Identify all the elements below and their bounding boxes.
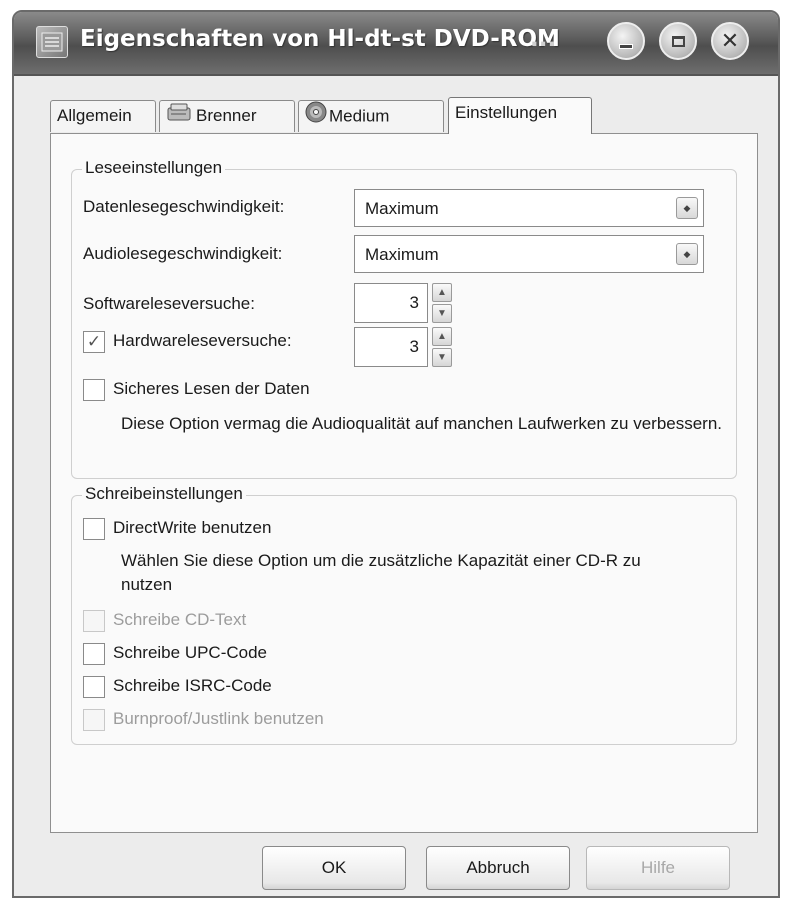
- spin-value: 3: [409, 337, 419, 356]
- drive-icon: [36, 26, 68, 58]
- ok-button[interactable]: OK: [262, 846, 406, 890]
- tab-label: Medium: [329, 106, 390, 126]
- disc-icon: [305, 101, 327, 133]
- secure-read-label: Sicheres Lesen der Daten: [113, 379, 310, 398]
- spin-up-button[interactable]: ▲: [432, 283, 452, 302]
- secure-read-checkbox[interactable]: [83, 379, 105, 401]
- audio-speed-select[interactable]: Maximum ◆: [354, 235, 704, 273]
- spin-down-button[interactable]: ▼: [432, 304, 452, 323]
- hardware-retries-label: Hardwareleseversuche:: [113, 331, 292, 350]
- maximize-icon: [661, 24, 695, 58]
- bumproof-label: Burnproof/Justlink benutzen: [113, 709, 324, 728]
- software-retries-input[interactable]: 3: [354, 283, 428, 323]
- audio-speed-label: Audiolesegeschwindigkeit:: [83, 244, 283, 263]
- cancel-button[interactable]: Abbruch: [426, 846, 570, 890]
- bumproof-checkbox[interactable]: [83, 709, 105, 731]
- software-retries-stepper: ▲ ▼: [432, 283, 452, 323]
- data-speed-label: Datenlesegeschwindigkeit:: [83, 197, 285, 216]
- hardware-retries-input[interactable]: 3: [354, 327, 428, 367]
- tab-label: Einstellungen: [455, 103, 558, 122]
- direct-write-checkbox[interactable]: [83, 518, 105, 540]
- spin-value: 3: [409, 293, 419, 312]
- minimize-button[interactable]: [607, 22, 645, 60]
- software-retries-label: Softwareleseversuche:: [83, 294, 255, 313]
- direct-write-description: Wählen Sie diese Option um die zusätzlic…: [121, 551, 641, 594]
- tab-brenner[interactable]: Brenner: [159, 100, 295, 132]
- spin-up-button[interactable]: ▲: [432, 327, 452, 346]
- settings-panel: Leseeinstellungen Datenlesegeschwindigke…: [50, 133, 758, 833]
- help-button[interactable]: Hilfe: [586, 846, 730, 890]
- maximize-button[interactable]: [659, 22, 697, 60]
- title-bar[interactable]: Eigenschaften von Hl-dt-st DVD-ROM ... ✕: [14, 12, 778, 76]
- cd-text-checkbox[interactable]: [83, 610, 105, 632]
- hardware-retries-stepper: ▲ ▼: [432, 327, 452, 367]
- close-icon: ✕: [720, 28, 740, 54]
- burner-icon: [166, 102, 194, 132]
- chevron-down-icon: ◆: [676, 197, 698, 219]
- spin-down-button[interactable]: ▼: [432, 348, 452, 367]
- cd-text-label: Schreibe CD-Text: [113, 610, 247, 629]
- isrc-code-checkbox[interactable]: [83, 676, 105, 698]
- secure-read-description: Diese Option vermag die Audioqualität au…: [121, 414, 723, 433]
- chevron-down-icon: ◆: [676, 243, 698, 265]
- tab-label: Allgemein: [57, 106, 132, 125]
- tab-medium[interactable]: Medium: [298, 100, 444, 132]
- group-legend: Schreibeinstellungen: [82, 484, 246, 504]
- isrc-code-label: Schreibe ISRC-Code: [113, 676, 272, 695]
- minimize-icon: [609, 24, 643, 58]
- tab-allgemein[interactable]: Allgemein: [50, 100, 156, 132]
- data-speed-select[interactable]: Maximum ◆: [354, 189, 704, 227]
- direct-write-label: DirectWrite benutzen: [113, 518, 272, 537]
- tab-label: Brenner: [196, 106, 257, 125]
- combo-value: Maximum: [365, 245, 439, 264]
- upc-code-label: Schreibe UPC-Code: [113, 643, 268, 662]
- tab-einstellungen[interactable]: Einstellungen: [448, 97, 592, 134]
- hardware-retries-checkbox[interactable]: ✓: [83, 331, 105, 353]
- properties-dialog: Eigenschaften von Hl-dt-st DVD-ROM ... ✕…: [12, 10, 780, 898]
- window-title: Eigenschaften von Hl-dt-st DVD-ROM: [80, 26, 560, 52]
- close-button[interactable]: ✕: [711, 22, 749, 60]
- upc-code-checkbox[interactable]: [83, 643, 105, 665]
- title-overflow: ...: [530, 26, 557, 52]
- group-legend: Leseeinstellungen: [82, 158, 226, 178]
- combo-value: Maximum: [365, 199, 439, 218]
